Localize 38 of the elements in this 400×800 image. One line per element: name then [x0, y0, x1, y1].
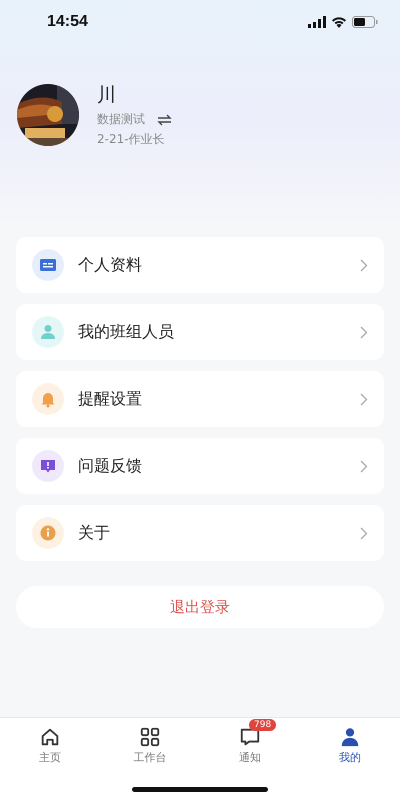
id-card-icon [32, 249, 64, 281]
unread-badge: 798 [249, 719, 276, 731]
user-role: 2-21-作业长 [97, 131, 166, 148]
menu-label: 我的班组人员 [78, 322, 175, 342]
person-icon [339, 726, 361, 748]
chevron-icon [360, 392, 368, 406]
menu-item[interactable]: 个人资料 [16, 237, 384, 293]
battery-icon [352, 16, 378, 28]
menu-item[interactable]: 关于 [16, 505, 384, 561]
menu-label: 提醒设置 [78, 388, 143, 410]
person-icon [32, 316, 64, 348]
menu-item[interactable]: 我的班组人员 [16, 304, 384, 360]
menu-label: 个人资料 [78, 254, 143, 276]
menu-item[interactable]: 提醒设置 [16, 371, 384, 427]
chevron-icon [360, 460, 368, 472]
tab-item[interactable]: 主页 [0, 718, 100, 765]
chevron-icon [360, 258, 368, 272]
tab-item[interactable]: 工作台 [100, 718, 200, 765]
info-icon [32, 517, 64, 549]
menu-label: 问题反馈 [78, 456, 143, 476]
switch-icon[interactable] [157, 114, 172, 126]
chevron-icon [360, 526, 368, 540]
home-icon [39, 726, 61, 748]
wifi-icon [331, 16, 347, 28]
bell-icon [32, 383, 64, 415]
grid-icon [139, 726, 161, 748]
chat-bubble-icon [239, 726, 261, 748]
team-name: 数据测试 [97, 111, 145, 128]
logout-button[interactable]: 退出登录 [16, 586, 384, 628]
signal-icon [308, 16, 326, 28]
menu-item[interactable]: 问题反馈 [16, 438, 384, 494]
tab-item[interactable]: 通知 798 [200, 718, 300, 765]
tab-item[interactable]: 我的 [300, 718, 400, 765]
user-name: 川 [97, 83, 117, 108]
status-time: 14:54 [47, 13, 88, 31]
feedback-icon [32, 450, 64, 482]
menu-label: 关于 [78, 522, 111, 544]
chevron-icon [360, 326, 368, 338]
